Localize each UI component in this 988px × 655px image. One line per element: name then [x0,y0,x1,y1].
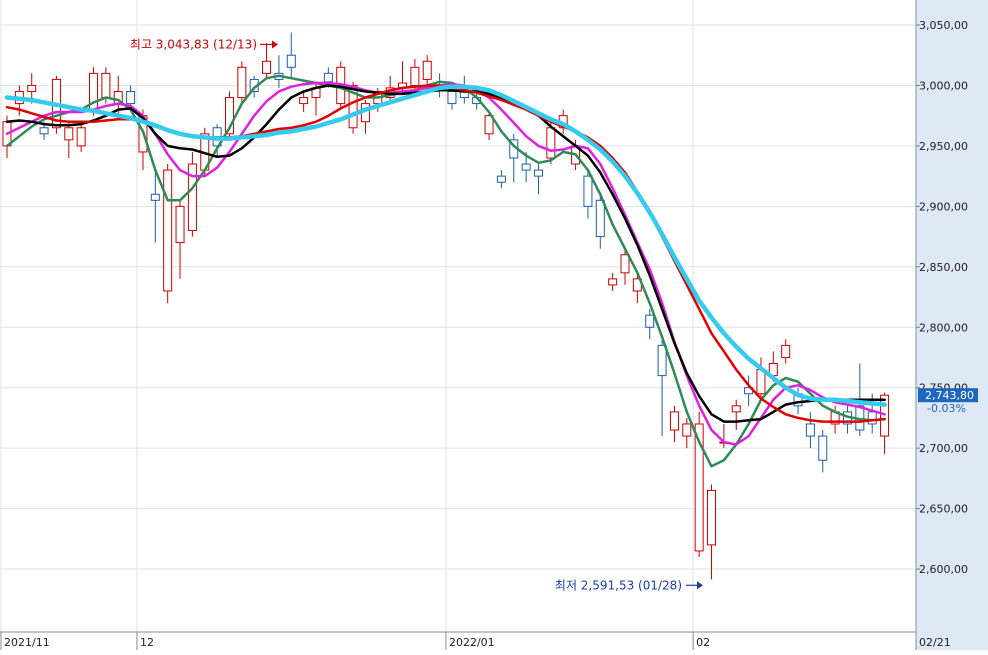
date-tick-label: 02 [696,636,710,649]
candle-body [496,175,506,183]
candle-body [286,54,296,68]
candle-body [805,423,815,437]
candle-body [299,97,309,105]
price-tick-label: 2,850,00 [919,261,968,274]
candle-body [818,435,828,461]
price-tick-label: 3,050,00 [919,19,968,32]
candle-body [781,344,791,358]
price-tick-label: 2,950,00 [919,140,968,153]
chart-svg: 2,600,002,650,002,700,002,750,002,800,00… [0,0,988,650]
candle-body [880,394,890,437]
date-tick-label: 02/21 [919,636,951,649]
price-tick-label: 2,900,00 [919,200,968,213]
candle-body [150,193,160,201]
candle-body [175,205,185,244]
price-tick-label: 2,800,00 [919,321,968,334]
candle-body [237,66,247,99]
low-annotation-label: 최저 2,591,53 (01/28) [555,578,682,592]
price-tick-label: 2,700,00 [919,442,968,455]
candle-body [422,60,432,80]
candle-body [39,127,49,135]
high-annotation-label: 최고 3,043,83 (12/13) [130,37,257,51]
candle-body [126,90,136,105]
candle-body [101,72,111,99]
candle-body [447,90,457,105]
candle-body [262,60,272,74]
candle-body [583,175,593,207]
date-tick-label: 12 [140,636,154,649]
candle-body [682,423,692,437]
candle-body [521,163,531,171]
candle-body [163,169,173,292]
candle-body [707,489,717,546]
candle-body [620,254,630,274]
candle-body [731,405,741,413]
candle-body [657,344,667,377]
candle-body [645,314,655,328]
price-tick-label: 2,650,00 [919,503,968,516]
candle-body [595,199,605,238]
date-tick-label: 2021/11 [4,636,50,649]
candle-body [64,127,74,141]
candlestick-chart: 2,600,002,650,002,700,002,750,002,800,00… [0,0,988,650]
last-change-label: -0.03% [927,402,966,415]
candle-body [669,411,679,431]
candle-body [608,278,618,286]
candle-body [76,127,86,147]
candle-body [546,127,556,159]
last-price-label: 2,743,80 [925,389,974,402]
candle-body [323,72,333,83]
candle-body [410,66,420,86]
price-tick-label: 2,600,00 [919,563,968,576]
date-tick-label: 2022/01 [449,636,495,649]
price-tick-label: 3,000,00 [919,79,968,92]
candle-body [867,411,877,425]
candle-body [27,84,37,92]
candle-body [533,169,543,177]
